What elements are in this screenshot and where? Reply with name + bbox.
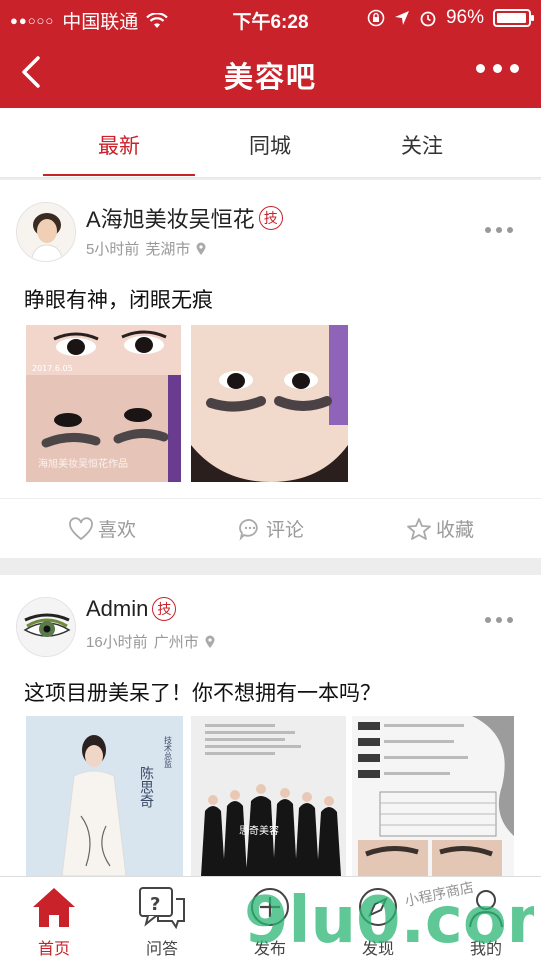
post-image[interactable] [191,325,348,482]
location-pin-icon [205,635,215,648]
author-name-row: Admin 技 [86,596,177,622]
comment-label: 评论 [266,520,305,541]
post-time: 16小时前 [86,634,148,651]
battery-percent: 96% [445,7,484,28]
favorite-label: 收藏 [436,520,475,541]
tab-profile-label: 我的 [469,941,502,958]
image-date-caption: 2017.6.05 [32,364,73,373]
tab-discover-label: 发现 [361,941,394,958]
post-city: 广州市 [153,634,199,651]
author-name[interactable]: Admin [86,596,148,622]
post-actions: 喜欢 评论 收藏 [0,498,541,556]
tab-following[interactable]: 关注 [347,130,497,160]
qa-icon: ? [139,887,185,929]
battery-icon [493,9,534,27]
post-meta: 16小时前 广州市 [86,631,215,652]
avatar[interactable] [16,597,76,657]
active-tab-indicator [43,174,195,176]
tab-qa-label: 问答 [145,941,178,958]
star-icon [407,517,431,540]
favorite-button[interactable]: 收藏 [406,515,474,542]
post-card: A海旭美妆吴恒花 技 5小时前 芜湖市 睁眼有神，闭眼无痕 2017.6.05 … [0,180,541,558]
post-text: 睁眼有神，闭眼无痕 [24,289,213,312]
tab-discover[interactable]: 发现 [324,883,432,959]
image-brand-text: 思奇美容 [239,824,279,837]
tab-post[interactable]: 发布 [216,883,324,959]
post-more-button[interactable] [485,617,513,623]
tab-home-label: 首页 [37,941,70,958]
skill-badge: 技 [258,206,283,230]
skill-badge: 技 [152,597,177,621]
tab-profile[interactable]: 我的 [432,883,540,959]
post-image[interactable] [352,716,514,876]
feed-tabs: 最新 同城 关注 [0,108,541,178]
svg-text:?: ? [150,894,160,915]
top-bar: ●●○○○ 中国联通 下午6:28 96% 美容吧 [0,0,541,108]
status-bar: ●●○○○ 中国联通 下午6:28 96% [0,0,541,36]
post-time: 5小时前 [86,241,140,258]
like-button[interactable]: 喜欢 [68,515,136,542]
post-meta: 5小时前 芜湖市 [86,238,206,259]
discover-icon [359,888,397,926]
post-more-button[interactable] [485,227,513,233]
alarm-icon [420,11,436,27]
tab-same-city[interactable]: 同城 [195,130,345,160]
author-name[interactable]: A海旭美妆吴恒花 [86,202,255,234]
profile-icon [469,890,503,928]
more-menu-button[interactable] [476,64,519,73]
location-pin-icon [196,242,206,255]
location-arrow-icon [394,11,409,25]
tab-qa[interactable]: ? 问答 [108,883,216,959]
post-city: 芜湖市 [145,241,191,258]
post-image[interactable]: 陈思奇 技术总监 [26,716,183,876]
image-watermark-caption: 海旭美妆吴恒花作品 [38,457,128,470]
avatar[interactable] [16,202,76,262]
image-name-text: 陈思奇 [138,765,154,808]
bottom-tab-bar: 首页 ? 问答 发布 发现 我的 [0,876,541,960]
image-subtext: 技术总监 [164,735,173,768]
author-name-row: A海旭美妆吴恒花 技 [86,202,283,234]
tab-post-label: 发布 [253,941,286,958]
comment-icon [239,518,258,541]
home-icon [33,888,75,927]
post-icon [251,888,289,926]
like-label: 喜欢 [98,520,137,541]
nav-bar: 美容吧 [0,36,541,108]
heart-icon [69,516,93,540]
post-image[interactable]: 思奇美容 [191,716,346,876]
comment-button[interactable]: 评论 [238,515,304,542]
post-text: 这项目册美呆了！你不想拥有一本吗？ [24,682,381,705]
tab-home[interactable]: 首页 [0,883,108,959]
post-card: Admin 技 16小时前 广州市 这项目册美呆了！你不想拥有一本吗？ 陈思奇 … [0,575,541,876]
post-image[interactable]: 2017.6.05 海旭美妆吴恒花作品 [26,325,181,482]
tab-latest[interactable]: 最新 [44,130,194,160]
lock-rotation-icon [367,9,385,27]
page-title: 美容吧 [223,62,317,94]
